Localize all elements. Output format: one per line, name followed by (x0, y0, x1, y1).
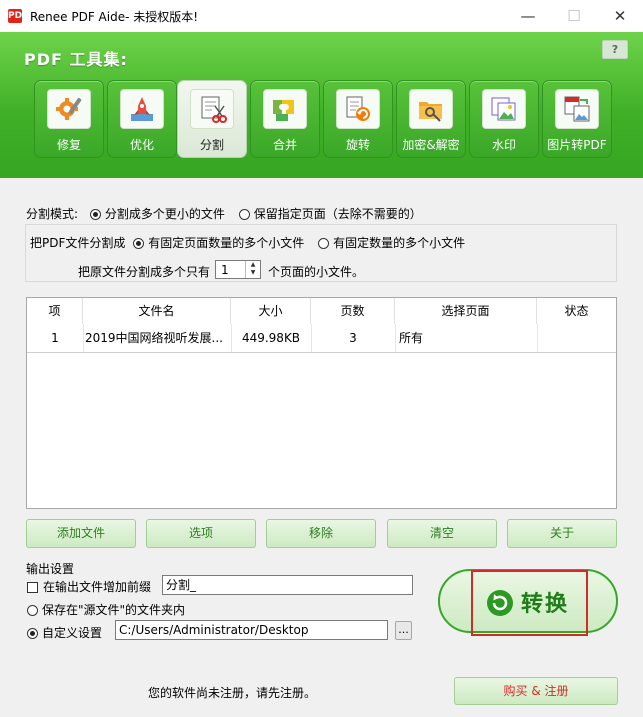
tool-label: 旋转 (345, 138, 370, 152)
tool-split-button[interactable]: 分割 (177, 80, 247, 158)
output-settings-label: 输出设置 (26, 562, 75, 576)
cell-index: 1 (51, 331, 59, 345)
split-type-option-fixed-count[interactable]: 有固定数量的多个小文件 (318, 236, 465, 250)
custom-path-option[interactable]: 自定义设置 (27, 624, 102, 641)
pages-per-file-prefix: 把原文件分割成多个只有 (78, 265, 211, 279)
stepper-down-icon[interactable]: ▼ (246, 269, 260, 277)
split-mode-label: 分割模式: (26, 207, 79, 221)
radio-selected-icon[interactable] (89, 209, 101, 220)
split-mode-row: 分割模式: 分割成多个更小的文件 保留指定页面（去除不需要的） (26, 205, 422, 222)
column-header-size[interactable]: 大小 (231, 298, 311, 324)
pages-per-file-value[interactable]: 1 (221, 263, 229, 277)
tool-image-to-pdf-button[interactable]: 图片转PDF (542, 80, 612, 158)
options-button[interactable]: 选项 (146, 519, 256, 548)
radio-icon[interactable] (238, 209, 250, 220)
option-label: 分割成多个更小的文件 (104, 207, 225, 221)
custom-path-label: 自定义设置 (42, 626, 103, 640)
app-logo-icon: PDF (8, 9, 29, 23)
cell-selection[interactable]: 所有 (399, 324, 535, 352)
stepper-arrows: ▲ ▼ (245, 261, 260, 278)
stepper-up-icon[interactable]: ▲ (246, 261, 260, 269)
checkbox-icon[interactable] (27, 582, 38, 593)
radio-selected-icon[interactable] (27, 628, 38, 639)
convert-button[interactable]: 转换 (438, 569, 618, 636)
split-mode-option-keep-pages[interactable]: 保留指定页面（去除不需要的） (238, 207, 422, 221)
file-table[interactable]: 项 文件名 大小 页数 选择页面 状态 1 2019中国网络视听发展... 44… (26, 297, 617, 509)
puzzle-icon (263, 89, 307, 129)
cell-size: 449.98KB (241, 331, 301, 345)
about-button[interactable]: 关于 (507, 519, 617, 548)
tool-label: 水印 (491, 138, 516, 152)
tool-rotate-button[interactable]: 旋转 (323, 80, 393, 158)
add-file-button[interactable]: 添加文件 (26, 519, 136, 548)
gear-repair-icon (47, 89, 91, 129)
cell-filename: 2019中国网络视听发展... (85, 331, 223, 345)
maximize-button[interactable]: ☐ (551, 0, 597, 32)
option-label: 保留指定页面（去除不需要的） (253, 207, 422, 221)
tool-label: 加密&解密 (402, 138, 460, 152)
radio-selected-icon[interactable] (133, 238, 145, 249)
split-type-option-fixed-pages[interactable]: 有固定页面数量的多个小文件 (133, 236, 304, 250)
column-header-index[interactable]: 项 (27, 298, 83, 324)
pages-per-file-stepper[interactable]: 1 ▲ ▼ (215, 260, 261, 279)
tool-optimize-button[interactable]: 优化 (107, 80, 177, 158)
browse-button[interactable]: ... (395, 621, 412, 640)
option-label: 有固定数量的多个小文件 (333, 236, 466, 250)
watermark-image-icon (482, 89, 526, 129)
split-type-label: 把PDF文件分割成 (30, 236, 126, 250)
app-window: PDF Renee PDF Aide- 未授权版本! — ☐ ✕ PDF 工具集… (0, 0, 643, 717)
save-source-folder-label: 保存在"源文件"的文件夹内 (42, 603, 186, 617)
clear-button[interactable]: 清空 (387, 519, 497, 548)
tool-label: 分割 (199, 138, 224, 152)
column-header-pages[interactable]: 页数 (311, 298, 395, 324)
buy-register-button[interactable]: 购买 & 注册 (454, 677, 618, 705)
split-mode-option-smaller-files[interactable]: 分割成多个更小的文件 (89, 207, 225, 221)
refresh-icon (487, 590, 513, 616)
tool-repair-button[interactable]: 修复 (34, 80, 104, 158)
tool-label: 修复 (56, 138, 81, 152)
convert-label: 转换 (521, 592, 570, 617)
split-type-row: 把PDF文件分割成 有固定页面数量的多个小文件 有固定数量的多个小文件 (30, 234, 465, 251)
cell-divider (395, 324, 396, 352)
lock-folder-icon (409, 89, 453, 129)
prefix-input[interactable]: 分割_ (162, 575, 413, 595)
help-icon[interactable]: ? (602, 40, 628, 59)
close-button[interactable]: ✕ (597, 0, 643, 32)
scissors-document-icon (190, 89, 234, 129)
tool-merge-button[interactable]: 合并 (250, 80, 320, 158)
prefix-checkbox-row[interactable]: 在输出文件增加前缀 (27, 578, 151, 595)
radio-icon[interactable] (318, 238, 330, 249)
radio-icon[interactable] (27, 605, 38, 616)
column-header-filename[interactable]: 文件名 (83, 298, 231, 324)
rotate-document-icon (336, 89, 380, 129)
tools-title: PDF 工具集: (24, 50, 128, 69)
registration-message: 您的软件尚未注册，请先注册。 (148, 686, 317, 700)
cell-status (537, 324, 616, 352)
cell-divider (83, 324, 84, 352)
tool-watermark-button[interactable]: 水印 (469, 80, 539, 158)
window-title: Renee PDF Aide- 未授权版本! (30, 10, 199, 24)
tool-label: 图片转PDF (547, 138, 607, 152)
tool-label: 优化 (129, 138, 154, 152)
rocket-icon (120, 89, 164, 129)
save-source-folder-option[interactable]: 保存在"源文件"的文件夹内 (27, 601, 185, 618)
tool-encrypt-button[interactable]: 加密&解密 (396, 80, 466, 158)
image-to-pdf-icon (555, 89, 599, 129)
column-header-status[interactable]: 状态 (537, 298, 616, 324)
tools-header: PDF 工具集: ? 修复 优化 分割 合并 旋转 加密&解密 水印 图片转PD… (0, 32, 643, 178)
output-path-input[interactable]: C:/Users/Administrator/Desktop (115, 620, 388, 640)
tool-label: 合并 (272, 138, 297, 152)
option-label: 有固定页面数量的多个小文件 (148, 236, 305, 250)
prefix-checkbox-label: 在输出文件增加前缀 (43, 580, 152, 594)
title-bar: PDF Renee PDF Aide- 未授权版本! — ☐ ✕ (0, 0, 643, 33)
column-header-selection[interactable]: 选择页面 (395, 298, 537, 324)
pages-per-file-suffix: 个页面的小文件。 (268, 265, 365, 279)
cell-pages: 3 (349, 331, 357, 345)
remove-button[interactable]: 移除 (266, 519, 376, 548)
minimize-button[interactable]: — (505, 0, 551, 32)
